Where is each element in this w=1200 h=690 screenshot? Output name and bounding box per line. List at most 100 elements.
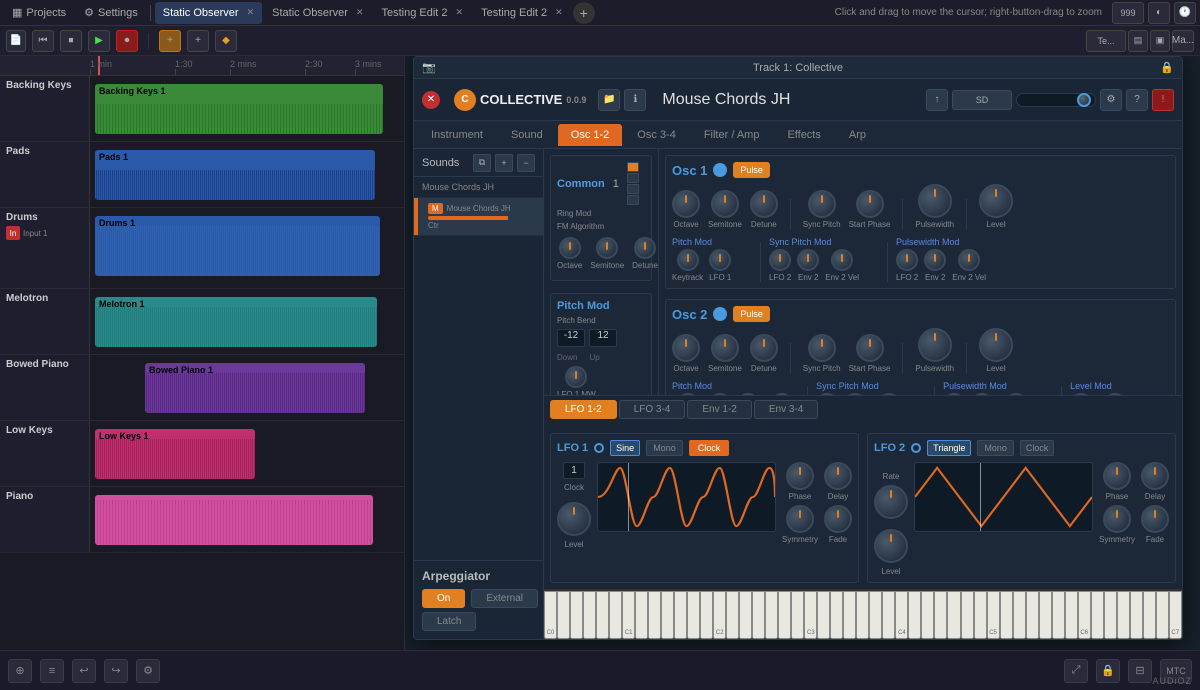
piano-white-key[interactable]: [687, 591, 700, 639]
panic-icon[interactable]: !: [1152, 89, 1174, 111]
tab-arp[interactable]: Arp: [836, 124, 879, 146]
piano-white-key[interactable]: [791, 591, 804, 639]
track-content-drums[interactable]: Drums 1: [90, 208, 404, 288]
tab-testing-edit-2[interactable]: Testing Edit 2 ✕: [473, 2, 571, 24]
record-btn[interactable]: ⏺: [116, 30, 138, 52]
osc1-lfo1-knob[interactable]: [709, 249, 731, 271]
lfo2-symmetry-knob[interactable]: [1103, 505, 1131, 533]
lfo2-rate-knob[interactable]: [874, 485, 908, 519]
piano-white-key[interactable]: [583, 591, 596, 639]
piano-white-key[interactable]: [1000, 591, 1013, 639]
piano-white-key[interactable]: C2: [713, 591, 726, 639]
piano-white-key[interactable]: [1039, 591, 1052, 639]
piano-white-key[interactable]: C0: [544, 591, 557, 639]
add-sound-btn[interactable]: +: [495, 154, 513, 172]
tab-testing-edit-1[interactable]: Testing Edit 2 ✕: [374, 2, 472, 24]
remove-sound-btn[interactable]: −: [517, 154, 535, 172]
tab-env-1-2[interactable]: Env 1-2: [687, 400, 751, 419]
piano-white-key[interactable]: [974, 591, 987, 639]
lfo1-clock-val[interactable]: 1: [563, 462, 585, 479]
gear-icon[interactable]: ⚙: [1100, 89, 1122, 111]
osc2-level-knob[interactable]: [979, 328, 1013, 362]
osc1-pw-env2-knob[interactable]: [924, 249, 946, 271]
top-right-btn1[interactable]: ◐: [1148, 2, 1170, 24]
copy-sounds-btn[interactable]: ⧉: [473, 154, 491, 172]
lfo1-fade-knob[interactable]: [824, 505, 852, 533]
tab-settings[interactable]: ⚙ Settings: [76, 2, 146, 24]
tab-projects[interactable]: ▦ Projects: [4, 2, 74, 24]
arp-on-btn[interactable]: On: [422, 589, 465, 608]
piano-white-key[interactable]: [557, 591, 570, 639]
piano-white-key[interactable]: [1130, 591, 1143, 639]
info-icon[interactable]: ℹ: [624, 89, 646, 111]
clip-drums-1[interactable]: Drums 1: [95, 216, 380, 276]
piano-white-key[interactable]: C5: [987, 591, 1000, 639]
piano-white-key[interactable]: [908, 591, 921, 639]
piano-white-key[interactable]: [1013, 591, 1026, 639]
clip-backing-keys-1[interactable]: Backing Keys 1: [95, 84, 383, 134]
common-tab-3[interactable]: [627, 184, 639, 194]
lfo2-fade-knob[interactable]: [1141, 505, 1169, 533]
tab-effects[interactable]: Effects: [774, 124, 833, 146]
tl-misc-1[interactable]: Te...: [1086, 30, 1126, 52]
tl-misc-2[interactable]: ▤: [1128, 30, 1148, 52]
osc1-power-btn[interactable]: [713, 163, 727, 177]
close-tab-3[interactable]: ✕: [456, 7, 464, 18]
rewind-btn[interactable]: ⏮: [32, 30, 54, 52]
piano-white-key[interactable]: [934, 591, 947, 639]
volume-bar[interactable]: [428, 216, 535, 220]
piano-white-key[interactable]: [661, 591, 674, 639]
lfo1-sine-btn[interactable]: Sine: [610, 440, 640, 456]
osc1-env2-knob[interactable]: [797, 249, 819, 271]
piano-white-key[interactable]: [947, 591, 960, 639]
piano-white-key[interactable]: [752, 591, 765, 639]
add-track-toolbar-btn[interactable]: ⊕: [8, 659, 32, 683]
undo-btn[interactable]: ↩: [72, 659, 96, 683]
piano-white-key[interactable]: [739, 591, 752, 639]
osc1-pw-lfo2-knob[interactable]: [896, 249, 918, 271]
osc1-env2vel-knob[interactable]: [831, 249, 853, 271]
folder-icon[interactable]: 📁: [598, 89, 620, 111]
close-tab-2[interactable]: ✕: [356, 7, 364, 18]
track-content-melotron[interactable]: Melotron 1: [90, 289, 404, 354]
list-item[interactable]: Mouse Chords JH: [414, 177, 543, 198]
osc1-pulsewidth-knob[interactable]: [918, 184, 952, 218]
clip-pads-1[interactable]: Pads 1: [95, 150, 375, 200]
common-tab-1[interactable]: [627, 162, 639, 172]
arp-latch-btn[interactable]: Latch: [422, 612, 476, 631]
lfo1-delay-knob[interactable]: [824, 462, 852, 490]
lock-icon[interactable]: 🔒: [1160, 61, 1174, 74]
piano-white-key[interactable]: [1026, 591, 1039, 639]
tab-filter-amp[interactable]: Filter / Amp: [691, 124, 773, 146]
piano-white-key[interactable]: [1091, 591, 1104, 639]
piano-white-key[interactable]: [882, 591, 895, 639]
piano-white-key[interactable]: [648, 591, 661, 639]
lfo1-mono-btn[interactable]: Mono: [646, 440, 683, 456]
piano-white-key[interactable]: [570, 591, 583, 639]
tab-env-3-4[interactable]: Env 3-4: [754, 400, 818, 419]
tab-static-observer-2[interactable]: Static Observer ✕: [264, 2, 371, 24]
clip-bowed-piano-1[interactable]: Bowed Piano 1: [145, 363, 365, 413]
tab-sound[interactable]: Sound: [498, 124, 556, 146]
osc2-octave-knob[interactable]: [672, 334, 700, 362]
piano-white-key[interactable]: C6: [1078, 591, 1091, 639]
tab-osc-3-4[interactable]: Osc 3-4: [624, 124, 689, 146]
osc1-lfo2-knob[interactable]: [769, 249, 791, 271]
tl-misc-4[interactable]: Ma...: [1172, 30, 1194, 52]
lfo2-delay-knob[interactable]: [1141, 462, 1169, 490]
lfo2-phase-knob[interactable]: [1103, 462, 1131, 490]
lfo1-phase-knob[interactable]: [786, 462, 814, 490]
add-event-btn[interactable]: +: [159, 30, 181, 52]
common-tab-4[interactable]: [627, 195, 639, 205]
redo-btn[interactable]: ↪: [104, 659, 128, 683]
piano-white-key[interactable]: [674, 591, 687, 639]
play-btn[interactable]: ▶: [88, 30, 110, 52]
piano-white-key[interactable]: [1156, 591, 1169, 639]
osc2-waveform-btn[interactable]: Pulse: [733, 306, 770, 322]
close-tab-4[interactable]: ✕: [555, 7, 563, 18]
piano-white-key[interactable]: [700, 591, 713, 639]
lfo1-symmetry-knob[interactable]: [786, 505, 814, 533]
piano-white-key[interactable]: [843, 591, 856, 639]
osc1-waveform-btn[interactable]: Pulse: [733, 162, 770, 178]
lock-bottom-btn[interactable]: 🔒: [1096, 659, 1120, 683]
